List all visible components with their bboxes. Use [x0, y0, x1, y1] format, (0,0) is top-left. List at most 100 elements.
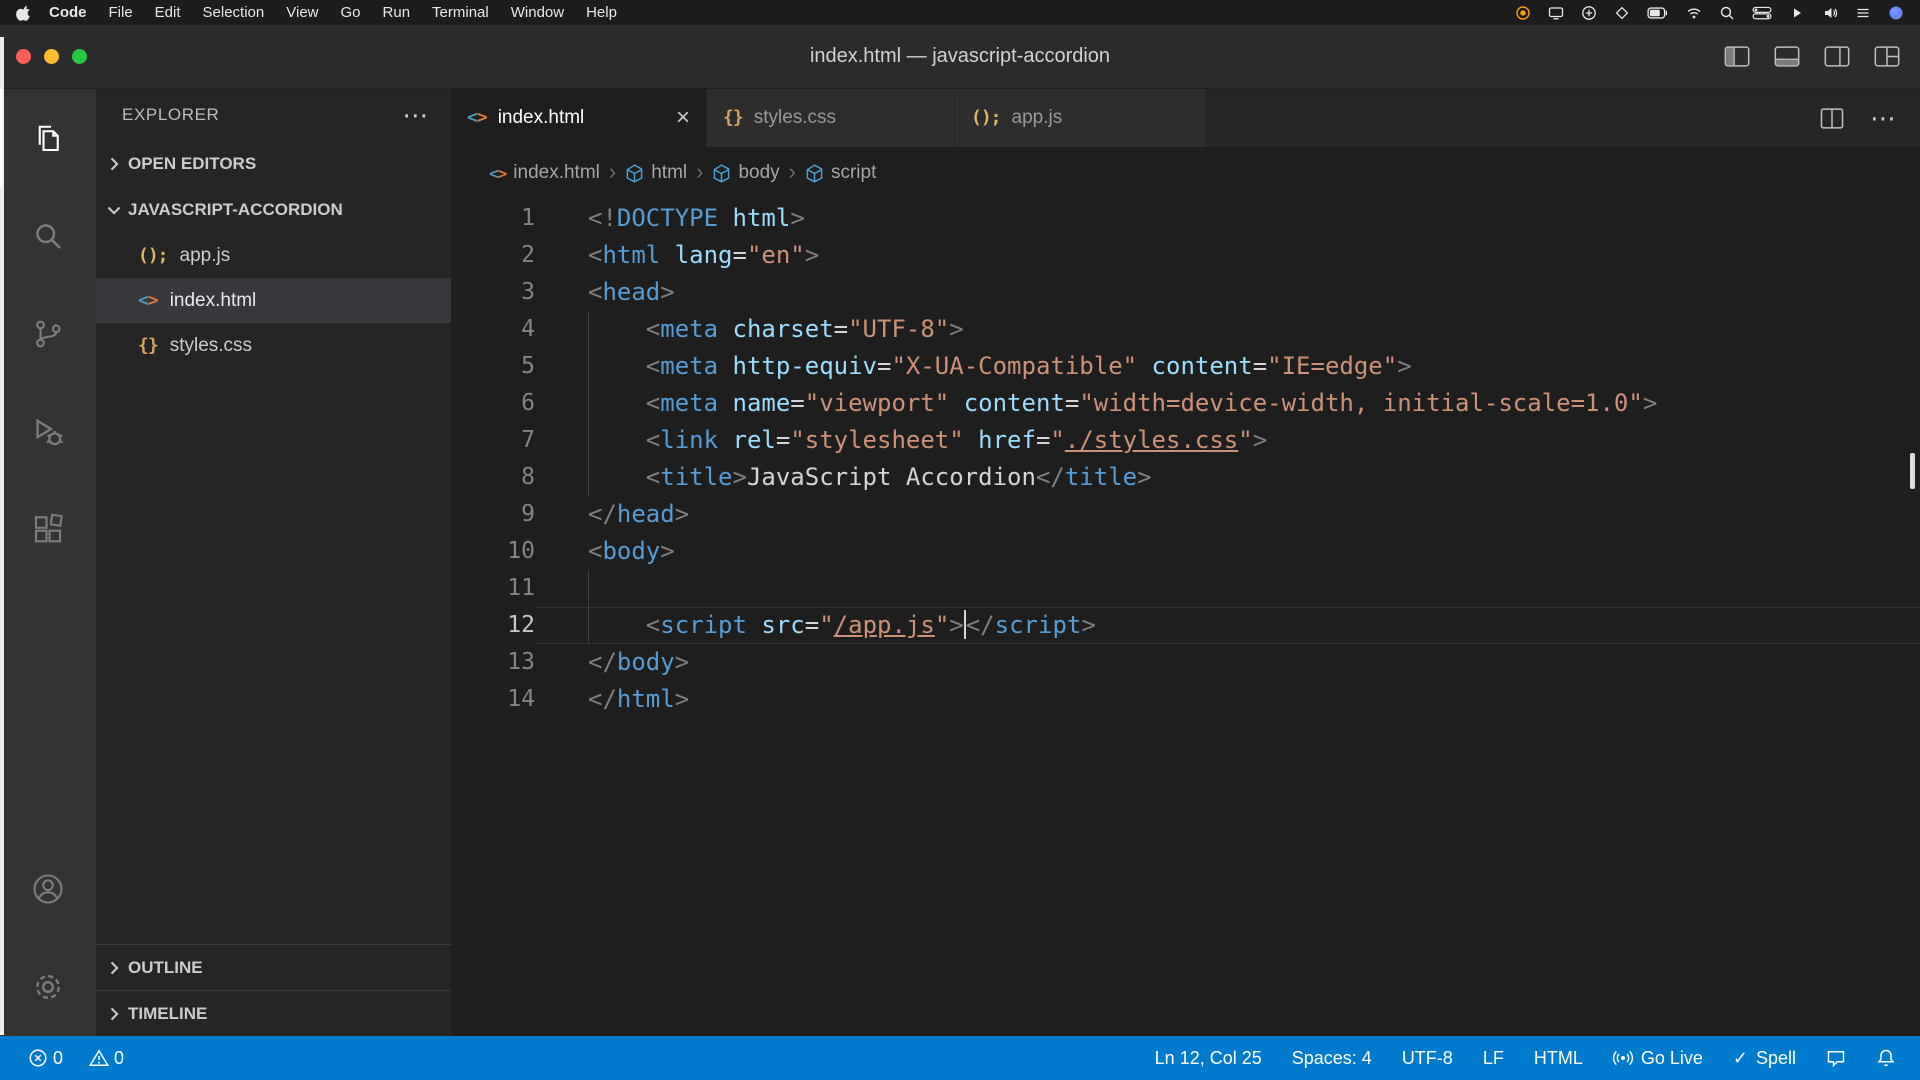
battery-icon[interactable]	[1647, 5, 1669, 21]
status-language-mode[interactable]: HTML	[1534, 1048, 1583, 1069]
menu-help[interactable]: Help	[575, 4, 628, 21]
status-label: HTML	[1534, 1048, 1583, 1069]
status-indentation[interactable]: Spaces: 4	[1292, 1048, 1372, 1069]
menu-file[interactable]: File	[98, 4, 144, 21]
line-content: </html>	[535, 681, 1920, 718]
menu-list-icon[interactable]	[1855, 5, 1871, 21]
settings-icon	[30, 969, 66, 1005]
minimize-button[interactable]	[44, 49, 59, 64]
sidebar-title: EXPLORER	[122, 105, 219, 125]
line-number: 4	[451, 311, 535, 348]
broadcast-icon	[1613, 1048, 1633, 1068]
shortcut-circle-icon[interactable]	[1581, 5, 1597, 21]
timeline-section[interactable]: TIMELINE	[96, 990, 451, 1036]
breadcrumb-item-body[interactable]: body	[712, 162, 779, 184]
toggle-panel-icon[interactable]	[1774, 46, 1800, 67]
display-icon[interactable]	[1548, 5, 1564, 21]
activity-item-explorer[interactable]	[0, 89, 96, 187]
chevron-right-icon	[104, 958, 124, 978]
warning-count: 0	[114, 1048, 124, 1069]
status-cursor-position[interactable]: Ln 12, Col 25	[1155, 1048, 1262, 1069]
status-spell[interactable]: ✓Spell	[1733, 1048, 1796, 1069]
breadcrumb-item-index.html[interactable]: <>index.html	[489, 162, 600, 184]
code-line-5[interactable]: 5 <meta http-equiv="X-UA-Compatible" con…	[451, 348, 1920, 385]
breadcrumb-label: script	[831, 162, 876, 184]
raycast-icon[interactable]	[1614, 5, 1630, 21]
breadcrumb-item-script[interactable]: script	[805, 162, 876, 184]
symbol-structure-icon	[805, 164, 824, 183]
activity-item-search[interactable]	[0, 187, 96, 285]
wifi-icon[interactable]	[1686, 5, 1702, 21]
tab-bar: <>index.html×{}styles.css();app.js ⋯	[451, 89, 1920, 147]
activity-bar-top	[0, 89, 96, 579]
tab-index.html[interactable]: <>index.html×	[451, 89, 707, 147]
file-styles.css[interactable]: {}styles.css	[96, 323, 451, 368]
code-line-4[interactable]: 4 <meta charset="UTF-8">	[451, 311, 1920, 348]
open-editors-section[interactable]: OPEN EDITORS	[96, 141, 451, 187]
code-line-11[interactable]: 11	[451, 570, 1920, 607]
titlebar-layout-controls	[1724, 46, 1900, 67]
workspace-folder-section[interactable]: JAVASCRIPT-ACCORDION	[96, 187, 451, 233]
activity-item-source-control[interactable]	[0, 285, 96, 383]
line-number: 14	[451, 681, 535, 718]
code-line-13[interactable]: 13</body>	[451, 644, 1920, 681]
status-go-live[interactable]: Go Live	[1613, 1048, 1703, 1069]
code-line-3[interactable]: 3<head>	[451, 274, 1920, 311]
code-line-2[interactable]: 2<html lang="en">	[451, 237, 1920, 274]
menu-go[interactable]: Go	[330, 4, 372, 21]
status-left: 0 0	[28, 1048, 124, 1069]
split-editor-icon[interactable]	[1820, 108, 1844, 129]
activity-item-extensions[interactable]	[0, 481, 96, 579]
status-eol[interactable]: LF	[1483, 1048, 1504, 1069]
activity-item-settings[interactable]	[0, 938, 96, 1036]
code-line-1[interactable]: 1<!DOCTYPE html>	[451, 200, 1920, 237]
menu-terminal[interactable]: Terminal	[421, 4, 500, 21]
code-line-12[interactable]: 12 <script src="/app.js"></script>	[451, 607, 1920, 644]
menu-view[interactable]: View	[275, 4, 329, 21]
menu-window[interactable]: Window	[500, 4, 575, 21]
activity-item-accounts[interactable]	[0, 840, 96, 938]
problems-status[interactable]: 0 0	[28, 1048, 124, 1069]
file-index.html[interactable]: <>index.html	[96, 278, 451, 323]
activity-item-run-and-debug[interactable]	[0, 383, 96, 481]
breadcrumb-item-html[interactable]: html	[625, 162, 687, 184]
outline-section[interactable]: OUTLINE	[96, 944, 451, 990]
code-line-6[interactable]: 6 <meta name="viewport" content="width=d…	[451, 385, 1920, 422]
recording-indicator-icon[interactable]	[1515, 5, 1531, 21]
source-control-icon	[30, 316, 66, 352]
editor-more-actions-icon[interactable]: ⋯	[1870, 105, 1896, 132]
code-line-8[interactable]: 8 <title>JavaScript Accordion</title>	[451, 459, 1920, 496]
toggle-secondary-sidebar-icon[interactable]	[1824, 46, 1850, 67]
status-notifications[interactable]	[1876, 1048, 1896, 1068]
tab-app.js[interactable]: ();app.js	[955, 89, 1207, 147]
volume-icon[interactable]	[1822, 5, 1838, 21]
control-center-icon[interactable]	[1752, 5, 1772, 21]
more-actions-icon[interactable]: ⋯	[402, 102, 429, 129]
code-line-7[interactable]: 7 <link rel="stylesheet" href="./styles.…	[451, 422, 1920, 459]
code-line-10[interactable]: 10<body>	[451, 533, 1920, 570]
tab-styles.css[interactable]: {}styles.css	[707, 89, 955, 147]
now-playing-icon[interactable]	[1789, 5, 1805, 21]
window-title-bar[interactable]: index.html — javascript-accordion	[0, 25, 1920, 89]
menu-edit[interactable]: Edit	[144, 4, 192, 21]
code-line-14[interactable]: 14</html>	[451, 681, 1920, 718]
customize-layout-icon[interactable]	[1874, 46, 1900, 67]
editor-scrollbar-thumb[interactable]	[1910, 453, 1915, 489]
status-label: Ln 12, Col 25	[1155, 1048, 1262, 1069]
check-icon: ✓	[1733, 1049, 1748, 1067]
close-button[interactable]	[16, 49, 31, 64]
editor[interactable]: 1<!DOCTYPE html>2<html lang="en">3<head>…	[451, 199, 1920, 1036]
status-feedback[interactable]	[1826, 1048, 1846, 1068]
apple-menu-icon[interactable]	[16, 5, 32, 21]
code-line-9[interactable]: 9</head>	[451, 496, 1920, 533]
menu-code[interactable]: Code	[38, 4, 98, 21]
close-tab-icon[interactable]: ×	[676, 106, 690, 130]
zoom-button[interactable]	[72, 49, 87, 64]
status-encoding[interactable]: UTF-8	[1402, 1048, 1453, 1069]
file-app.js[interactable]: ();app.js	[96, 233, 451, 278]
menu-run[interactable]: Run	[372, 4, 422, 21]
spotlight-icon[interactable]	[1719, 5, 1735, 21]
menu-selection[interactable]: Selection	[192, 4, 276, 21]
toggle-primary-sidebar-icon[interactable]	[1724, 46, 1750, 67]
siri-icon[interactable]	[1888, 5, 1904, 21]
